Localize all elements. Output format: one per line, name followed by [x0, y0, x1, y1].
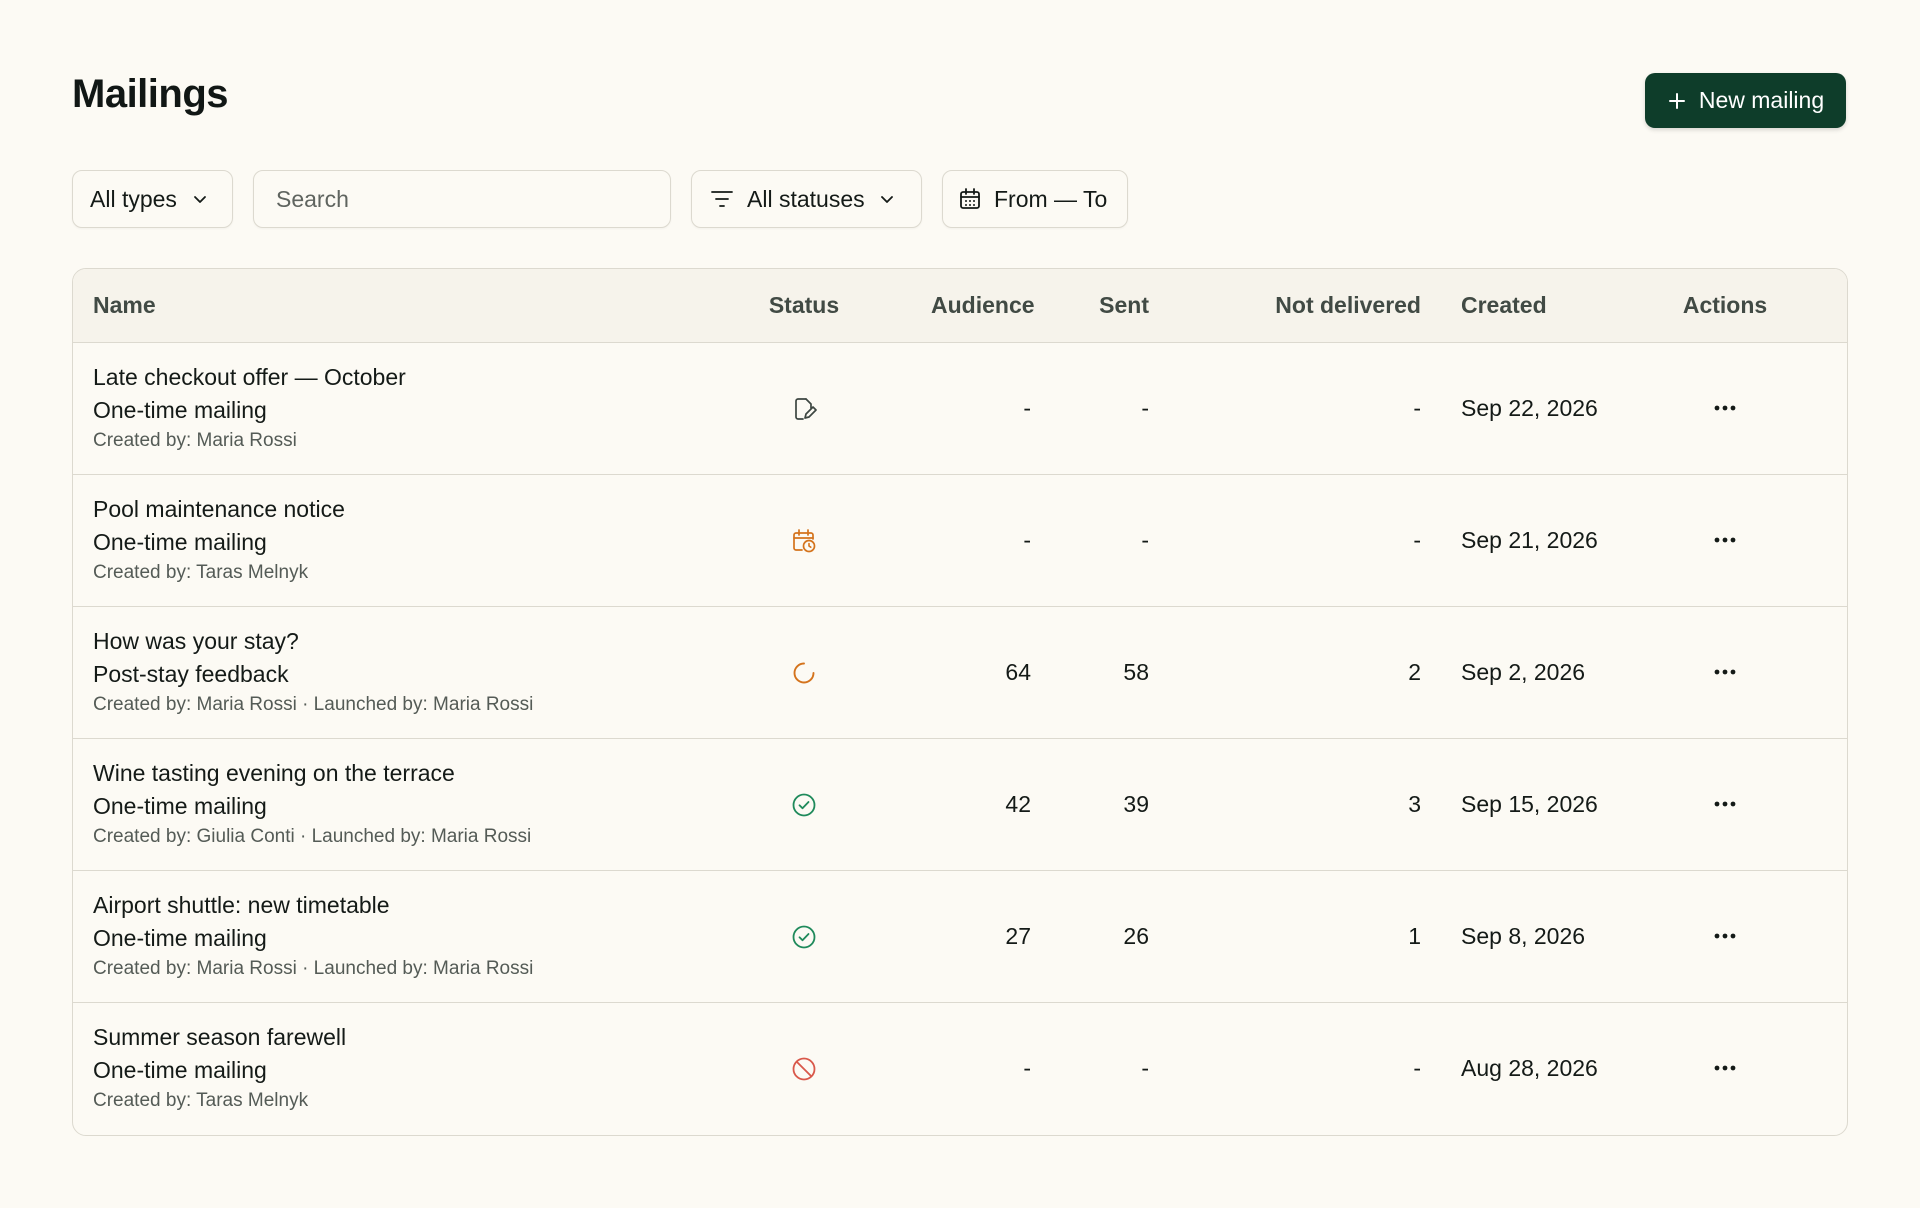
search-field[interactable]	[253, 170, 671, 228]
sent-value: 39	[1123, 791, 1149, 817]
column-header-actions: Actions	[1682, 292, 1768, 318]
table-row[interactable]: Late checkout offer — October One-time m…	[73, 343, 1847, 475]
date-range-label: From — To	[994, 185, 1108, 212]
audience-value: 42	[1005, 791, 1031, 817]
more-actions-icon[interactable]	[1709, 921, 1741, 951]
column-header-audience[interactable]: Audience	[931, 269, 1035, 342]
mailing-name-cell: Late checkout offer — October One-time m…	[93, 361, 406, 454]
plus-icon	[1667, 91, 1687, 111]
more-actions-icon[interactable]	[1709, 657, 1741, 687]
table-row[interactable]: Wine tasting evening on the terrace One-…	[73, 739, 1847, 871]
created-date: Sep 15, 2026	[1461, 791, 1598, 817]
mailing-name-cell: How was your stay? Post-stay feedback Cr…	[93, 625, 533, 718]
mailing-title[interactable]: Summer season farewell	[93, 1021, 346, 1054]
column-header-created[interactable]: Created	[1461, 269, 1547, 342]
created-date: Aug 28, 2026	[1461, 1055, 1598, 1081]
sent-value: -	[1141, 527, 1149, 553]
mailing-meta: Created by: Giulia Conti · Launched by: …	[93, 826, 532, 847]
mailing-meta: Created by: Maria Rossi · Launched by: M…	[93, 958, 534, 979]
not-delivered-value: 1	[1408, 923, 1421, 949]
more-actions-icon[interactable]	[1709, 525, 1741, 555]
mailing-meta: Created by: Maria Rossi	[93, 430, 297, 451]
table-row[interactable]: Pool maintenance notice One-time mailing…	[73, 475, 1847, 607]
mailing-title[interactable]: Late checkout offer — October	[93, 361, 406, 394]
not-delivered-value: -	[1413, 395, 1421, 421]
in-progress-icon	[791, 660, 817, 686]
chevron-down-icon	[191, 190, 209, 208]
mailing-type: One-time mailing	[93, 793, 267, 819]
audience-value: 64	[1005, 659, 1031, 685]
column-header-sent[interactable]: Sent	[1049, 269, 1149, 342]
mailing-type: Post-stay feedback	[93, 661, 289, 687]
mailings-table: Name Status Audience Sent Not delivered …	[72, 268, 1848, 1136]
not-delivered-value: 2	[1408, 659, 1421, 685]
column-header-name[interactable]: Name	[93, 269, 156, 342]
mailing-title[interactable]: How was your stay?	[93, 625, 533, 658]
completed-icon	[791, 792, 817, 818]
not-delivered-value: 3	[1408, 791, 1421, 817]
date-range-picker[interactable]: From — To	[942, 170, 1128, 228]
table-row[interactable]: Summer season farewell One-time mailing …	[73, 1003, 1847, 1135]
mailing-name-cell: Pool maintenance notice One-time mailing…	[93, 493, 345, 586]
column-header-not-delivered[interactable]: Not delivered	[1221, 269, 1421, 342]
mailing-type: One-time mailing	[93, 925, 267, 951]
status-filter-dropdown[interactable]: All statuses	[691, 170, 922, 228]
mailing-meta: Created by: Taras Melnyk	[93, 1090, 309, 1111]
sent-value: 58	[1123, 659, 1149, 685]
sent-value: -	[1141, 395, 1149, 421]
more-actions-icon[interactable]	[1709, 1053, 1741, 1083]
mailing-title[interactable]: Airport shuttle: new timetable	[93, 889, 533, 922]
table-row[interactable]: How was your stay? Post-stay feedback Cr…	[73, 607, 1847, 739]
type-filter-dropdown[interactable]: All types	[72, 170, 233, 228]
new-mailing-label: New mailing	[1698, 87, 1825, 113]
status-filter-label: All statuses	[747, 185, 865, 212]
draft-icon	[791, 396, 817, 422]
new-mailing-button[interactable]: New mailing	[1645, 73, 1846, 128]
mailing-type: One-time mailing	[93, 529, 267, 555]
page-title: Mailings	[72, 72, 229, 116]
type-filter-label: All types	[90, 185, 177, 212]
calendar-icon	[958, 187, 982, 211]
audience-value: 27	[1005, 923, 1031, 949]
mailing-title[interactable]: Wine tasting evening on the terrace	[93, 757, 531, 790]
table-row[interactable]: Airport shuttle: new timetable One-time …	[73, 871, 1847, 1003]
audience-value: -	[1023, 527, 1031, 553]
created-date: Sep 8, 2026	[1461, 923, 1586, 949]
more-actions-icon[interactable]	[1709, 789, 1741, 819]
column-header-status[interactable]: Status	[703, 269, 905, 342]
table-header: Name Status Audience Sent Not delivered …	[73, 269, 1847, 343]
not-delivered-value: -	[1413, 1055, 1421, 1081]
scheduled-icon	[791, 528, 817, 554]
more-actions-icon[interactable]	[1709, 393, 1741, 423]
mailing-name-cell: Airport shuttle: new timetable One-time …	[93, 889, 533, 982]
audience-value: -	[1023, 1055, 1031, 1081]
cancelled-icon	[791, 1056, 817, 1082]
mailing-type: One-time mailing	[93, 397, 267, 423]
mailing-name-cell: Wine tasting evening on the terrace One-…	[93, 757, 531, 850]
mailing-title[interactable]: Pool maintenance notice	[93, 493, 345, 526]
completed-icon	[791, 924, 817, 950]
not-delivered-value: -	[1413, 527, 1421, 553]
mailing-meta: Created by: Maria Rossi · Launched by: M…	[93, 694, 534, 715]
created-date: Sep 22, 2026	[1461, 395, 1598, 421]
created-date: Sep 21, 2026	[1461, 527, 1598, 553]
chevron-down-icon	[878, 190, 896, 208]
mailings-page: Mailings New mailing All types All statu…	[0, 0, 1920, 1208]
filter-icon	[710, 189, 734, 209]
sent-value: -	[1141, 1055, 1149, 1081]
sent-value: 26	[1123, 923, 1149, 949]
mailing-name-cell: Summer season farewell One-time mailing …	[93, 1021, 346, 1114]
created-date: Sep 2, 2026	[1461, 659, 1586, 685]
search-input[interactable]	[274, 184, 650, 214]
audience-value: -	[1023, 395, 1031, 421]
mailing-type: One-time mailing	[93, 1057, 267, 1083]
mailing-meta: Created by: Taras Melnyk	[93, 562, 309, 583]
